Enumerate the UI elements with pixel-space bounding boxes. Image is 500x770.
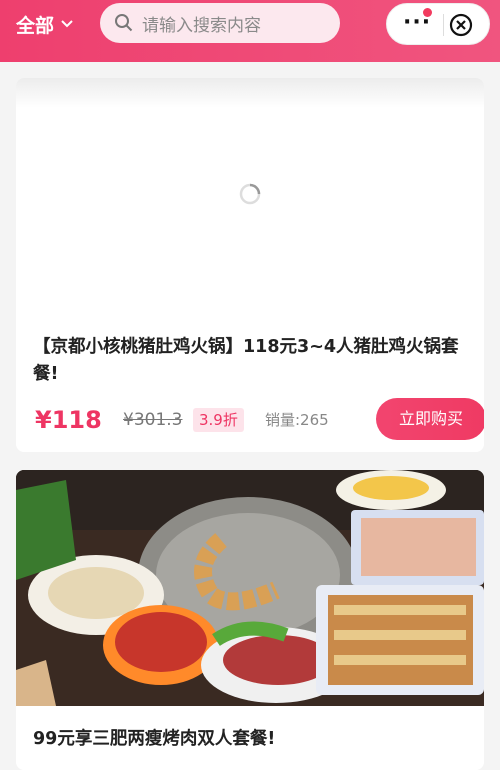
product-card[interactable]: 【京都小核桃猪肚鸡火锅】118元3~4人猪肚鸡火锅套餐! ¥118 ¥301.3…: [16, 78, 484, 452]
buy-now-button[interactable]: 立即购买: [376, 398, 484, 440]
capsule-divider: [443, 14, 444, 36]
discount-badge: 3.9折: [193, 408, 244, 432]
current-price: ¥118: [35, 406, 102, 434]
close-icon[interactable]: [449, 13, 473, 37]
search-placeholder: 请输入搜索内容: [142, 15, 261, 36]
top-bar: 全部 请输入搜索内容 ···: [0, 0, 500, 62]
sales-count: 销量:265: [265, 411, 329, 429]
category-label: 全部: [16, 14, 55, 37]
search-icon: [115, 14, 133, 32]
category-selector[interactable]: 全部: [16, 13, 74, 37]
notification-dot: [423, 8, 432, 17]
chevron-down-icon: [61, 20, 73, 28]
miniprogram-capsule: ···: [386, 3, 490, 45]
product-image: [16, 470, 484, 706]
price-row: ¥118 ¥301.3 3.9折 销量:265 立即购买: [33, 398, 484, 440]
loading-spinner-icon: [239, 183, 261, 205]
product-title: 99元享三肥两瘦烤肉双人套餐!: [33, 729, 276, 749]
original-price: ¥301.3: [123, 410, 183, 430]
product-card[interactable]: 99元享三肥两瘦烤肉双人套餐!: [16, 470, 484, 770]
product-image-placeholder: [16, 78, 484, 323]
product-title: 【京都小核桃猪肚鸡火锅】118元3~4人猪肚鸡火锅套餐!: [33, 337, 459, 384]
search-input[interactable]: 请输入搜索内容: [100, 3, 340, 43]
more-menu-button[interactable]: ···: [403, 12, 431, 34]
